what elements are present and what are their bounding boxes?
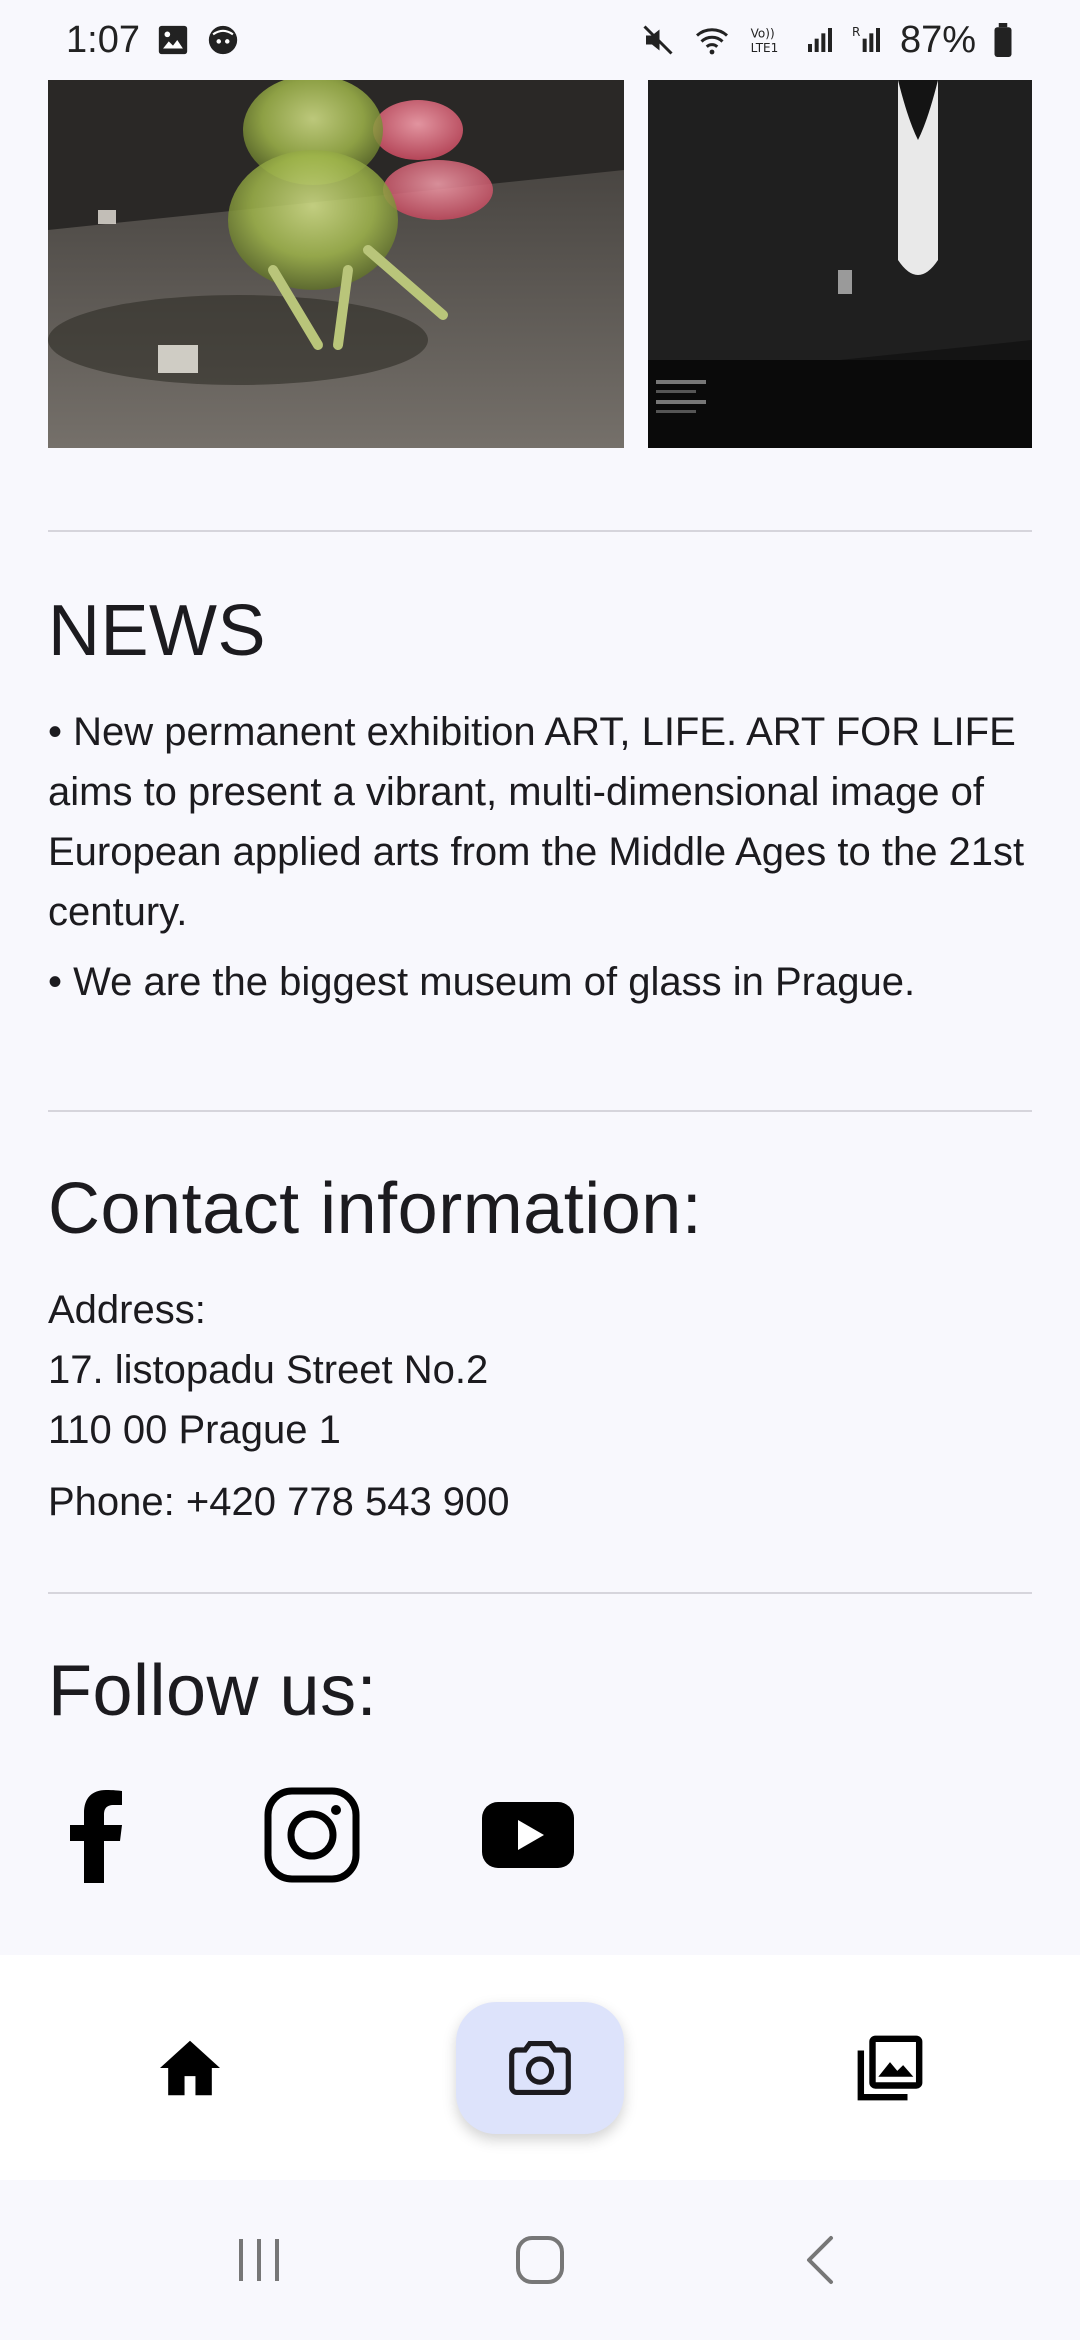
svg-text:R: R <box>852 25 860 39</box>
address-street: 17. listopadu Street No.2 <box>48 1348 489 1392</box>
gallery-images <box>48 80 1032 448</box>
wifi-icon <box>692 22 732 58</box>
youtube-icon[interactable] <box>480 1787 576 1883</box>
facebook-icon[interactable] <box>48 1787 144 1883</box>
phone-number[interactable]: Phone: +420 778 543 900 <box>48 1472 1038 1532</box>
address-city: 110 00 Prague 1 <box>48 1408 341 1452</box>
bottom-navigation <box>0 1955 1080 2180</box>
battery-icon <box>992 23 1014 57</box>
news-item: • New permanent exhibition ART, LIFE. AR… <box>48 710 1025 934</box>
contact-title: Contact information: <box>48 1169 703 1249</box>
instagram-icon[interactable] <box>264 1787 360 1883</box>
address-label: Address: <box>48 1288 206 1332</box>
system-navigation <box>0 2180 1080 2340</box>
mute-icon <box>640 22 676 58</box>
news-item: • We are the biggest museum of glass in … <box>48 960 916 1004</box>
news-title: NEWS <box>48 591 266 671</box>
white-vase-photo[interactable] <box>648 80 1032 448</box>
status-right: Vo)) LTE1 R 87% <box>640 19 1014 62</box>
follow-title: Follow us: <box>48 1651 378 1731</box>
home-button-icon[interactable] <box>480 2210 600 2310</box>
signal-icon <box>804 24 836 56</box>
status-time: 1:07 <box>66 18 140 61</box>
status-left: 1:07 <box>66 19 240 62</box>
svg-text:LTE1: LTE1 <box>751 41 779 55</box>
divider <box>48 530 1032 532</box>
signal-r-icon: R <box>852 24 884 56</box>
glass-sculpture-photo[interactable] <box>48 80 624 448</box>
svg-text:Vo)): Vo)) <box>751 26 775 40</box>
image-icon <box>156 23 190 57</box>
recents-icon[interactable] <box>200 2210 320 2310</box>
battery-percent: 87% <box>899 18 976 61</box>
status-bar: 1:07 Vo)) LTE1 R 87% <box>0 0 1080 80</box>
volte-icon: Vo)) LTE1 <box>748 22 788 58</box>
home-icon[interactable] <box>120 1998 260 2138</box>
camera-icon[interactable] <box>456 2001 624 2134</box>
divider <box>48 1110 1032 1112</box>
social-links <box>48 1780 576 1890</box>
face-icon <box>206 23 240 57</box>
divider <box>48 1592 1032 1594</box>
gallery-icon[interactable] <box>820 1998 960 2138</box>
back-icon[interactable] <box>760 2210 880 2310</box>
